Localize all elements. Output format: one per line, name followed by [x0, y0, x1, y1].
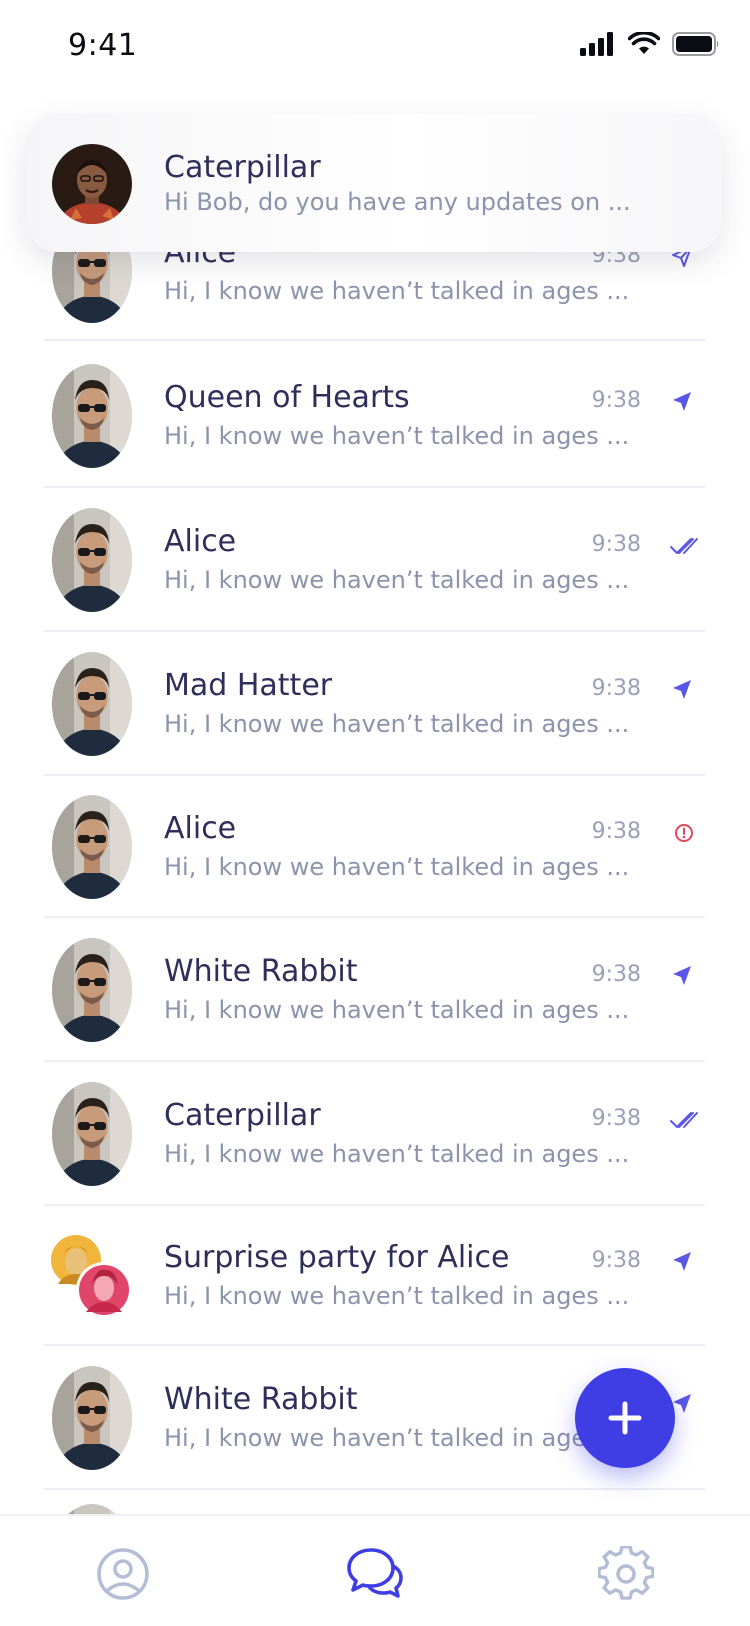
conversation-name: Alice	[164, 524, 237, 559]
settings-icon	[597, 1545, 655, 1600]
avatar	[52, 652, 132, 756]
conversation-time: 9:38	[591, 676, 641, 701]
conversation-row[interactable]: Alice Hi, I know we haven’t talked in age…	[44, 776, 705, 918]
sent-icon	[669, 678, 699, 702]
signal-icon	[580, 32, 613, 56]
tab-chats[interactable]	[345, 1546, 405, 1602]
avatar	[52, 508, 132, 612]
sent-icon	[669, 1250, 699, 1274]
notification-title: Caterpillar	[164, 150, 321, 185]
new-chat-button[interactable]	[575, 1368, 675, 1468]
conversation-preview: Hi, I know we haven’t talked in ages ...	[164, 1140, 630, 1168]
conversation-row[interactable]: Caterpillar Hi, I know we haven’t talked …	[44, 1062, 705, 1206]
avatar	[52, 795, 132, 899]
battery-icon	[672, 32, 719, 56]
conversation-row[interactable]: Queen of Hearts Hi, I know we haven’t tal…	[44, 344, 705, 488]
notification-banner[interactable]: Caterpillar Hi Bob, do you have any upda…	[26, 114, 722, 252]
plus-icon	[608, 1401, 642, 1435]
status-bar: 9:41	[0, 0, 750, 100]
conversation-preview: Hi, I know we haven’t talked in ages ...	[164, 1282, 630, 1310]
avatar	[52, 938, 132, 1042]
tab-settings[interactable]	[597, 1545, 655, 1602]
conversation-row[interactable]: Surprise party for Alice Hi, I know we ha…	[44, 1206, 705, 1346]
status-icons	[580, 32, 720, 56]
conversation-time: 9:38	[591, 388, 641, 413]
conversation-preview: Hi, I know we haven’t talked in ages ...	[164, 422, 630, 450]
conversation-name: White Rabbit	[164, 1382, 358, 1417]
sent-icon	[669, 390, 699, 414]
notification-avatar	[52, 144, 132, 224]
group-avatar	[50, 1234, 134, 1318]
conversation-time: 9:38	[591, 819, 641, 844]
conversation-name: Surprise party for Alice	[164, 1240, 510, 1275]
avatar	[52, 364, 132, 468]
conversation-time: 9:38	[591, 532, 641, 557]
double-check-icon	[669, 534, 699, 558]
conversation-time: 9:38	[591, 962, 641, 987]
conversation-name: Alice	[164, 811, 237, 846]
conversation-preview: Hi, I know we haven’t talked in ages ...	[164, 710, 630, 738]
conversation-name: Queen of Hearts	[164, 380, 410, 415]
conversation-name: Caterpillar	[164, 1098, 321, 1133]
profile-icon	[97, 1548, 149, 1600]
tab-profile[interactable]	[95, 1546, 151, 1602]
conversation-name: White Rabbit	[164, 954, 358, 989]
double-check-icon	[669, 1108, 699, 1132]
avatar	[52, 1366, 132, 1470]
status-time: 9:41	[68, 28, 138, 63]
conversation-preview: Hi, I know we haven’t talked in ages ...	[164, 996, 630, 1024]
conversation-row[interactable]: White Rabbit Hi, I know we haven’t talked…	[44, 918, 705, 1062]
wifi-icon	[628, 32, 660, 54]
conversation-preview: Hi, I know we haven’t talked in ages ...	[164, 853, 630, 881]
chats-icon	[347, 1548, 403, 1598]
avatar	[52, 1082, 132, 1186]
conversation-row[interactable]: Alice Hi, I know we haven’t talked in age…	[44, 488, 705, 632]
tab-bar	[0, 1514, 750, 1626]
conversation-time: 9:38	[591, 1106, 641, 1131]
notification-preview: Hi Bob, do you have any updates on ...	[164, 188, 631, 216]
conversation-row[interactable]: Mad Hatter Hi, I know we haven’t talked i…	[44, 632, 705, 776]
error-icon	[669, 821, 699, 845]
conversation-time: 9:38	[591, 1248, 641, 1273]
conversation-name: Mad Hatter	[164, 668, 333, 703]
sent-icon	[669, 964, 699, 988]
conversation-preview: Hi, I know we haven’t talked in ages ...	[164, 1424, 630, 1452]
conversation-preview: Hi, I know we haven’t talked in ages ...	[164, 566, 630, 594]
conversation-preview: Hi, I know we haven’t talked in ages ...	[164, 277, 630, 305]
